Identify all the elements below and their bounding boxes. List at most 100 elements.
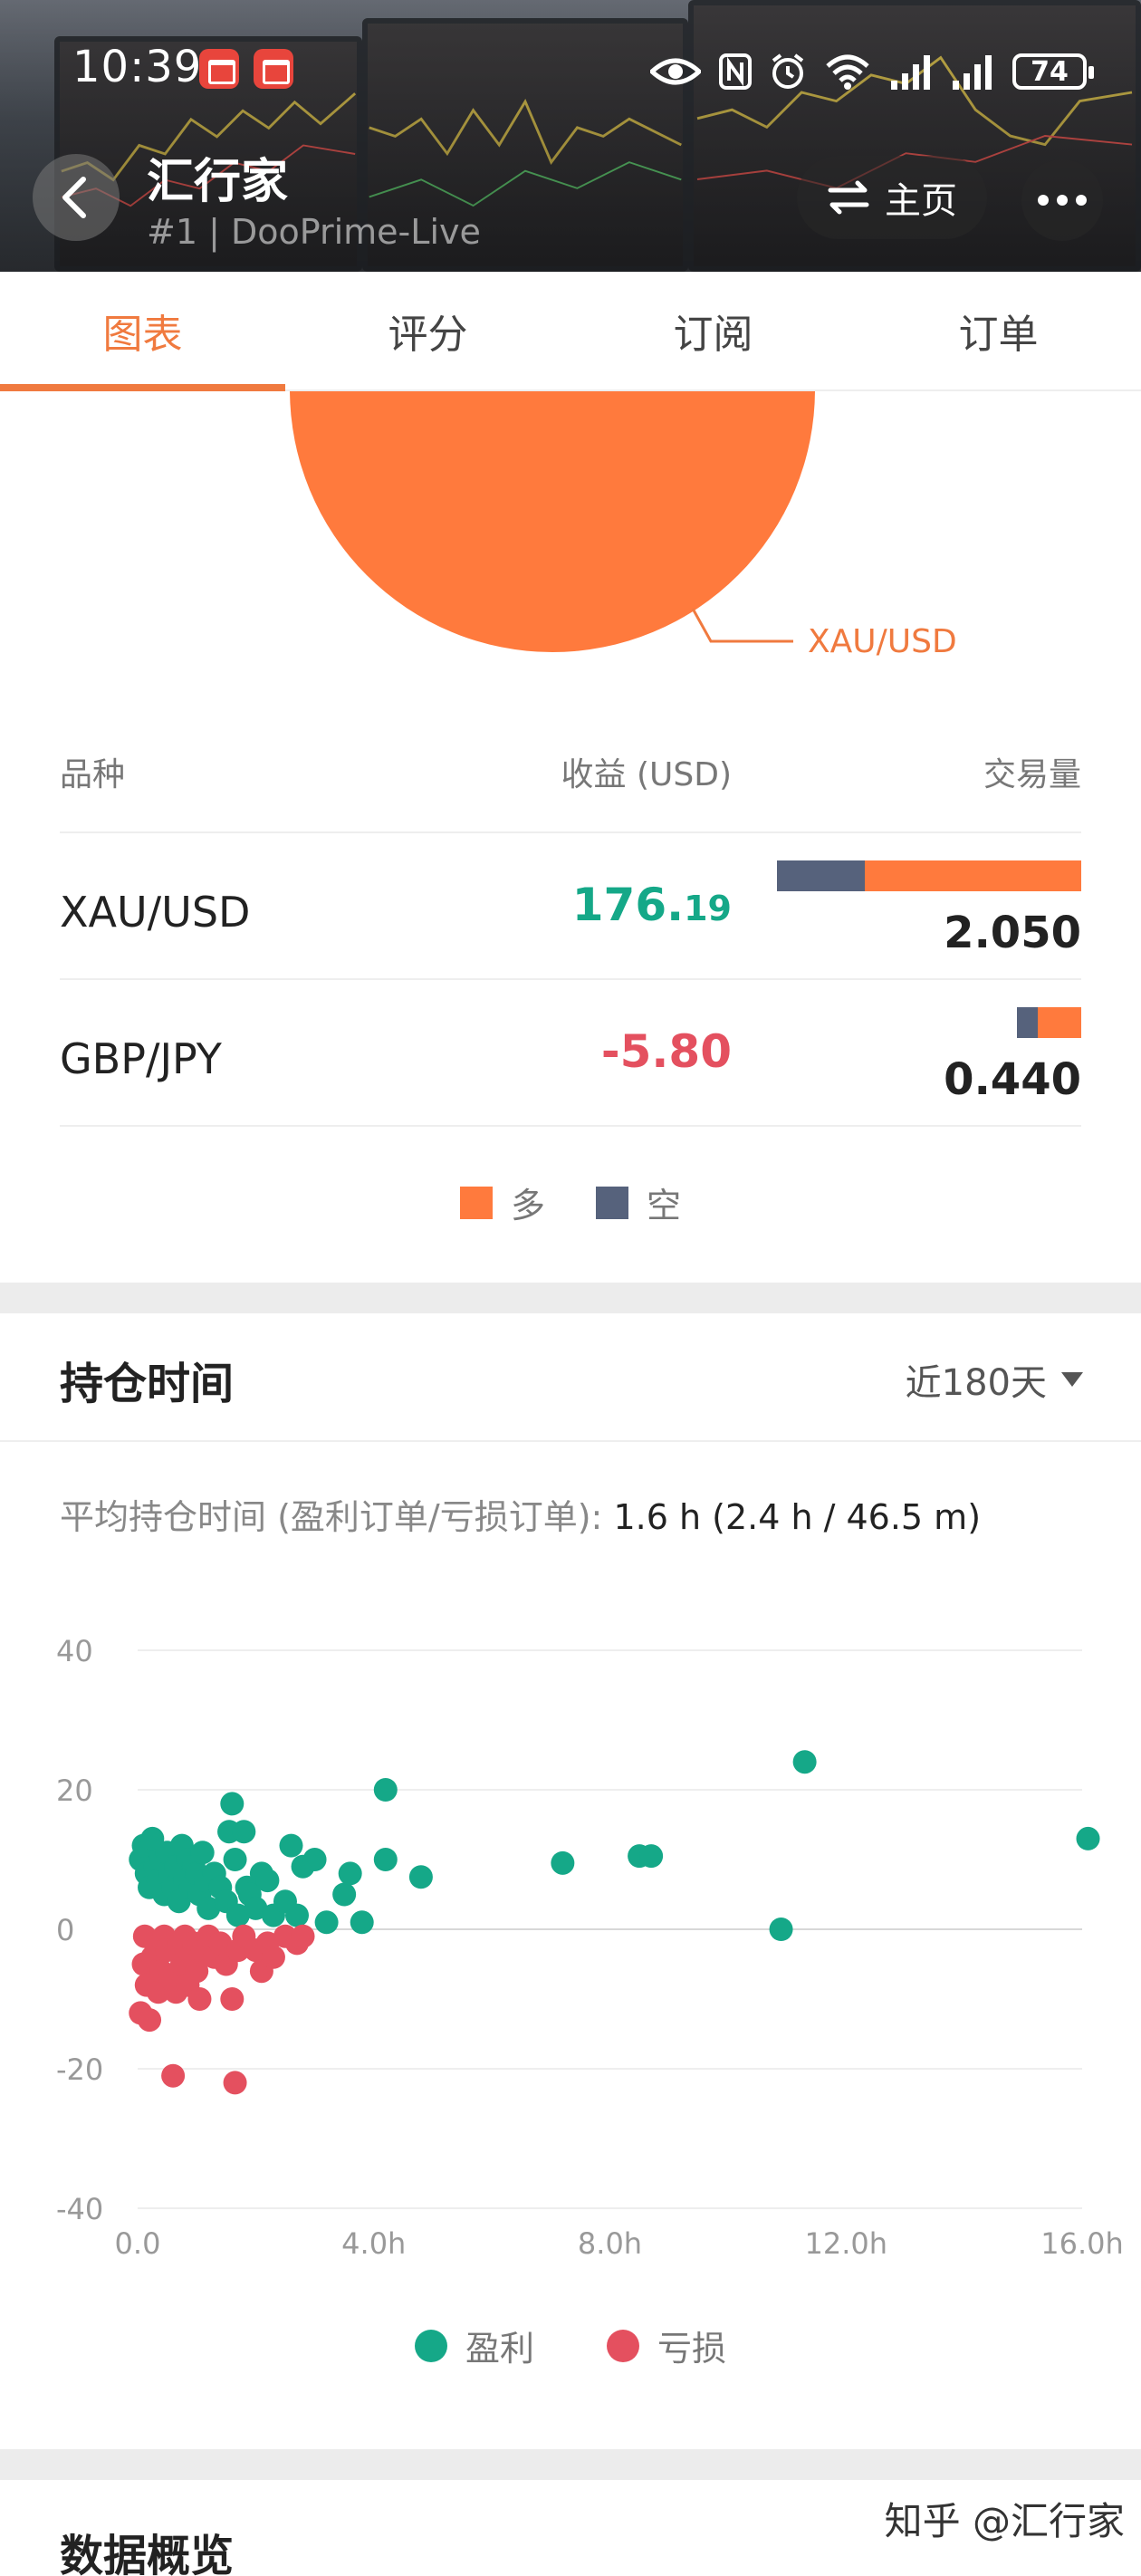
symbol-name: GBP/JPY	[60, 1034, 222, 1083]
column-header-profit: 收益 (USD)	[561, 756, 732, 793]
pie-slice-label: XAU/USD	[808, 623, 957, 660]
pie-chart	[0, 391, 1141, 690]
legend-marker-profit	[414, 2329, 447, 2362]
pie-slice-xau-usd	[290, 391, 815, 652]
swap-icon	[828, 180, 869, 215]
legend-item-long: 多	[459, 1177, 545, 1227]
tab-subscribe[interactable]: 订阅	[570, 272, 856, 389]
direction-legend: 多 空	[0, 1177, 1141, 1227]
volume-bar-long	[1038, 1007, 1081, 1038]
volume-value: 2.050	[944, 908, 1081, 958]
scatter-chart: 40 20 0 -20 -40 0.0 4.0h 8.0h 12.0h 16.0h	[56, 1634, 1124, 2261]
more-options-icon[interactable]	[1021, 159, 1103, 241]
home-button[interactable]: 主页	[797, 156, 987, 239]
average-holding-time-value: 1.6 h (2.4 h / 46.5 m)	[613, 1497, 982, 1537]
scatter-legend: 盈利 亏损	[0, 2321, 1141, 2370]
profit-point	[373, 1848, 398, 1871]
profit-point	[302, 1848, 327, 1871]
notification-app-icon	[254, 49, 293, 89]
y-tick-label: 0	[56, 1913, 74, 1947]
profit-point	[639, 1844, 664, 1869]
profit-point	[350, 1910, 374, 1935]
period-dropdown[interactable]: 近180天	[906, 1353, 1083, 1406]
section-title: 数据概览	[60, 2531, 235, 2576]
chevron-left-icon	[62, 177, 86, 218]
section-divider	[0, 1283, 1141, 1313]
page-title: 汇行家	[147, 155, 289, 209]
notification-app-icon	[199, 49, 239, 89]
table-row[interactable]: XAU/USD 176.19 2.050	[60, 831, 1081, 978]
pie-leader-line	[691, 608, 793, 643]
profit-point	[408, 1865, 433, 1889]
y-tick-label: -40	[56, 2192, 103, 2226]
legend-item-loss: 亏损	[607, 2321, 726, 2370]
watermark: 知乎 @汇行家	[884, 2499, 1125, 2543]
divider	[0, 1440, 1141, 1442]
volume-bar-short	[777, 860, 866, 891]
volume-bar	[777, 860, 1081, 891]
loss-point	[220, 1987, 244, 2011]
y-tick-label: -20	[56, 2052, 103, 2087]
volume-value: 0.440	[944, 1054, 1081, 1105]
loss-point	[291, 1924, 315, 1948]
volume-bar	[1017, 1007, 1081, 1038]
signal-icon	[891, 55, 930, 90]
profit-point	[792, 1750, 817, 1774]
home-button-label: 主页	[885, 180, 957, 222]
profit-point	[338, 1861, 362, 1886]
profit-point	[223, 1848, 247, 1871]
table-bottom-border	[60, 1125, 1081, 1127]
section-divider	[0, 2449, 1141, 2480]
wifi-icon	[826, 54, 869, 90]
profit-point	[332, 1882, 357, 1907]
volume-bar-long	[865, 860, 1081, 891]
section-title: 持仓时间	[60, 1359, 235, 1409]
profit-point	[255, 1869, 280, 1893]
profit-point	[314, 1910, 339, 1935]
status-time: 10:39	[72, 42, 203, 92]
average-holding-time: 平均持仓时间 (盈利订单/亏损订单): 1.6 h (2.4 h / 46.5 …	[60, 1497, 982, 1537]
volume-bar-short	[1017, 1007, 1039, 1038]
symbol-name: XAU/USD	[60, 888, 251, 937]
tab-rating[interactable]: 评分	[285, 272, 570, 389]
eye-icon	[650, 58, 701, 85]
x-tick-label: 12.0h	[804, 2226, 887, 2261]
profit-value: 176.19	[571, 879, 732, 931]
profit-point	[769, 1918, 793, 1941]
legend-swatch-long	[459, 1186, 493, 1219]
x-tick-label: 8.0h	[578, 2226, 642, 2261]
column-header-volume: 交易量	[983, 756, 1081, 793]
tab-chart[interactable]: 图表	[0, 272, 285, 391]
alarm-icon	[772, 53, 804, 89]
profit-point	[1076, 1826, 1100, 1850]
legend-item-profit: 盈利	[414, 2321, 534, 2370]
table-row[interactable]: GBP/JPY -5.80 0.440	[60, 978, 1081, 1125]
y-tick-label: 20	[56, 1773, 93, 1808]
loss-point	[161, 2063, 186, 2088]
profit-point	[190, 1841, 215, 1865]
y-tick-label: 40	[56, 1634, 93, 1668]
profit-point	[285, 1903, 310, 1927]
x-tick-label: 16.0h	[1040, 2226, 1124, 2261]
loss-point	[261, 1945, 285, 1969]
period-value: 近180天	[905, 1362, 1047, 1404]
legend-item-short: 空	[596, 1177, 681, 1227]
x-tick-label: 4.0h	[341, 2226, 406, 2261]
legend-swatch-short	[596, 1186, 628, 1219]
profit-point	[373, 1778, 398, 1802]
account-subtitle: #1 | DooPrime-Live	[147, 212, 481, 252]
back-button[interactable]	[33, 154, 120, 241]
profit-point	[279, 1833, 303, 1858]
profit-value: -5.80	[600, 1025, 732, 1078]
loss-point	[223, 2071, 247, 2095]
tab-bar: 图表 评分 订阅 订单	[0, 272, 1141, 391]
loss-point	[187, 1987, 212, 2011]
column-header-symbol: 品种	[60, 756, 126, 793]
tab-orders[interactable]: 订单	[856, 272, 1141, 389]
profit-point	[220, 1792, 244, 1816]
nfc-icon	[719, 53, 752, 90]
loss-point	[138, 2008, 162, 2033]
signal-icon	[953, 55, 992, 90]
profit-point	[232, 1820, 256, 1844]
x-tick-label: 0.0	[115, 2226, 161, 2261]
